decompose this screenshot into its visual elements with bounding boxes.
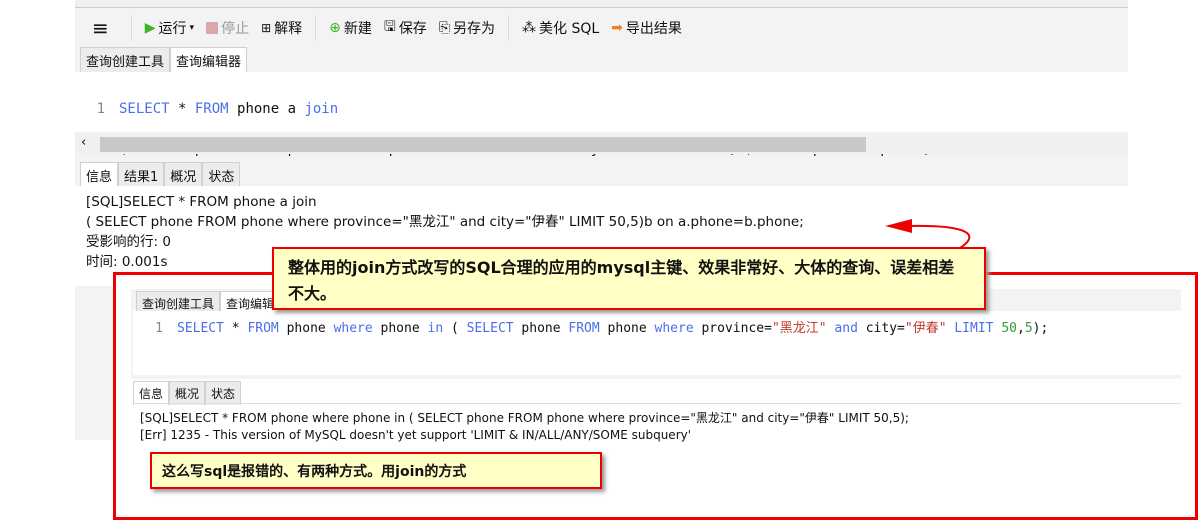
annotation-callout-error: 这么写sql是报错的、有两种方式。用join的方式	[150, 452, 602, 489]
tab-result1[interactable]: 结果1	[118, 162, 165, 188]
play-icon: ▶	[144, 20, 156, 36]
inner-tab-overview[interactable]: 概况	[169, 381, 206, 405]
inner-info-line: [SQL]SELECT * FROM phone where phone in …	[140, 411, 909, 425]
scrollbar-thumb[interactable]	[100, 137, 866, 152]
inner-info-panel: [SQL]SELECT * FROM phone where phone in …	[133, 403, 1181, 450]
save-as-button[interactable]: ⎘ 另存为	[436, 18, 498, 38]
error-message: [Err] 1235 - This version of MySQL doesn…	[140, 428, 692, 442]
editor-tabs: 查询创建工具 查询编辑器	[80, 47, 248, 73]
export-icon: ➡	[611, 20, 623, 36]
toolbar: ≡ ▶ 运行 ▾ 停止 ⊞ 解释 ⊕ 新建 🖫 保存 ⎘ 另存为 ⁂ 美化 SQL ➡ 导出结果	[80, 12, 685, 44]
code-line: 1 SELECT * FROM phone a join	[96, 101, 339, 117]
magic-wand-icon: ⁂	[522, 20, 537, 36]
result-tabs: 信息 结果1 概况 状态	[80, 162, 241, 188]
tab-overview[interactable]: 概况	[164, 162, 203, 188]
stop-icon	[206, 22, 219, 34]
top-tab-strip	[75, 0, 1128, 8]
inner-result-tabs: 信息 概况 状态	[133, 381, 242, 405]
annotation-callout-join: 整体用的join方式改写的SQL合理的应用的mysql主键、效果非常好、大体的查…	[272, 247, 986, 310]
stop-button[interactable]: 停止	[203, 18, 252, 38]
run-button[interactable]: ▶ 运行 ▾	[142, 18, 197, 38]
dropdown-icon[interactable]: ▾	[190, 23, 195, 33]
beautify-sql-button[interactable]: ⁂ 美化 SQL	[519, 18, 602, 38]
new-icon: ⊕	[329, 20, 341, 36]
tab-query-editor[interactable]: 查询编辑器	[170, 47, 248, 73]
inner-sql-editor[interactable]: 1 SELECT * FROM phone where phone in ( SE…	[133, 311, 1181, 375]
save-as-icon: ⎘	[438, 20, 451, 36]
tab-status[interactable]: 状态	[202, 162, 241, 188]
save-button[interactable]: 🖫 保存	[381, 16, 430, 40]
save-icon: 🖫	[383, 19, 396, 35]
new-button[interactable]: ⊕ 新建	[326, 18, 375, 38]
export-button[interactable]: ➡ 导出结果	[608, 18, 685, 38]
inner-tab-info[interactable]: 信息	[133, 381, 170, 405]
scroll-left-icon[interactable]: ‹	[81, 135, 86, 150]
sql-editor[interactable]: 1SELECT * FROM phone a join 2( SELECT ph…	[75, 72, 1128, 157]
tab-info[interactable]: 信息	[80, 162, 119, 188]
info-line: [SQL]SELECT * FROM phone a join	[86, 194, 317, 210]
explain-button[interactable]: ⊞ 解释	[258, 18, 305, 38]
tab-query-builder[interactable]: 查询创建工具	[80, 47, 171, 73]
inner-tab-status[interactable]: 状态	[205, 381, 242, 405]
menu-button[interactable]: ≡	[80, 16, 121, 40]
explain-icon: ⊞	[261, 21, 272, 35]
